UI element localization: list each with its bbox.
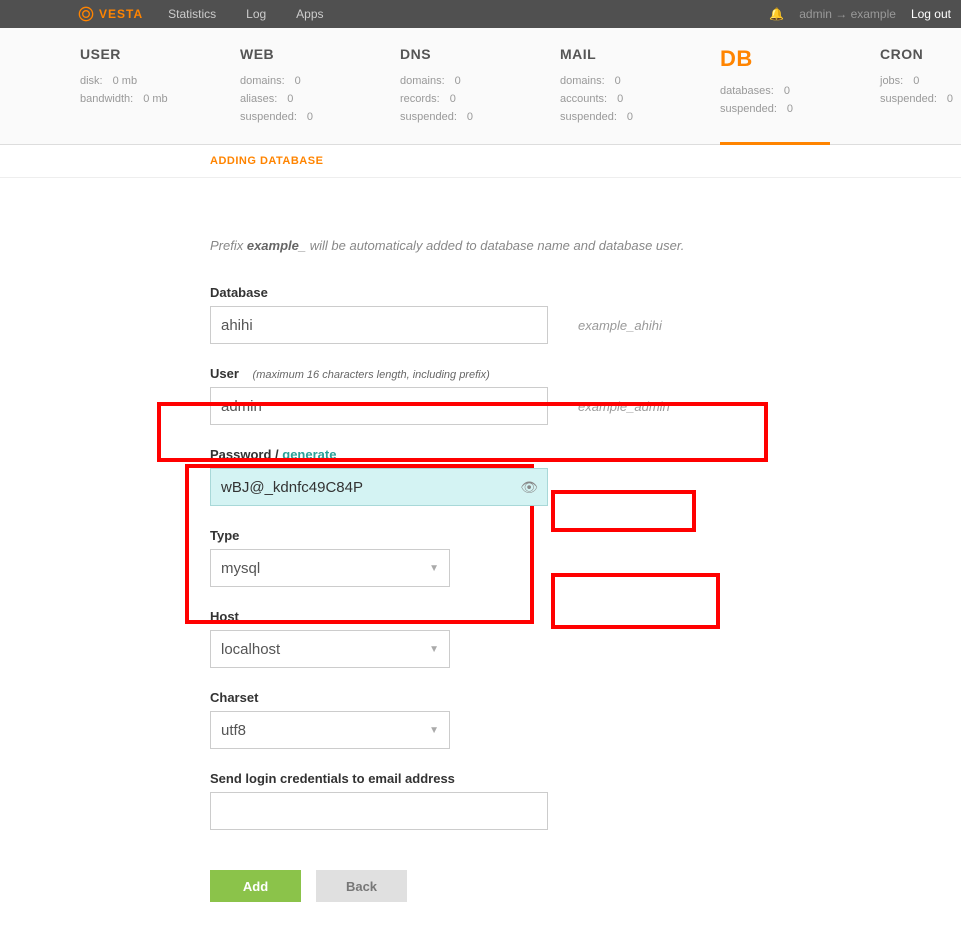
tab-mail[interactable]: MAIL domains:0 accounts:0 suspended:0 [560,28,670,144]
tab-user[interactable]: USER disk:0 mb bandwidth:0 mb [80,28,190,144]
type-label: Type [210,528,770,543]
add-button[interactable]: Add [210,870,301,902]
password-input[interactable] [210,468,548,506]
nav-log[interactable]: Log [246,7,266,21]
chevron-down-icon: ▼ [429,725,439,736]
host-label: Host [210,609,770,624]
prefix-note: Prefix example_ will be automaticaly add… [210,208,770,263]
tab-web[interactable]: WEB domains:0 aliases:0 suspended:0 [240,28,350,144]
host-select[interactable]: localhost▼ [210,630,450,668]
tab-dns-title: DNS [400,46,510,62]
page-subhead: ADDING DATABASE [0,145,961,178]
user-crumb[interactable]: admin → example [799,7,896,21]
database-preview: example_ahihi [578,318,662,333]
tab-cron[interactable]: CRON jobs:0 suspended:0 [880,28,961,144]
password-label: Password / generate [210,447,770,462]
back-button[interactable]: Back [316,870,407,902]
user-preview: example_admin [578,399,670,414]
brand-logo[interactable]: VESTA [78,6,143,22]
charset-select[interactable]: utf8▼ [210,711,450,749]
tab-web-title: WEB [240,46,350,62]
type-select[interactable]: mysql▼ [210,549,450,587]
tab-user-title: USER [80,46,190,62]
database-input[interactable] [210,306,548,344]
logout-link[interactable]: Log out [911,7,951,21]
email-input[interactable] [210,792,548,830]
bell-icon[interactable]: 🔔 [769,7,784,21]
tab-dns[interactable]: DNS domains:0 records:0 suspended:0 [400,28,510,144]
user-input[interactable] [210,387,548,425]
chevron-down-icon: ▼ [429,563,439,574]
database-label: Database [210,285,770,300]
user-label: User (maximum 16 characters length, incl… [210,366,770,381]
tab-cron-title: CRON [880,46,961,62]
tab-db-title: DB [720,46,830,72]
nav-apps[interactable]: Apps [296,7,323,21]
eye-icon[interactable]: 👁 [520,479,538,496]
tab-mail-title: MAIL [560,46,670,62]
tab-db[interactable]: DB databases:0 suspended:0 [720,28,830,145]
nav-statistics[interactable]: Statistics [168,7,216,21]
email-label: Send login credentials to email address [210,771,770,786]
chevron-down-icon: ▼ [429,644,439,655]
generate-link[interactable]: generate [282,447,336,462]
charset-label: Charset [210,690,770,705]
brand-text: VESTA [99,7,143,21]
